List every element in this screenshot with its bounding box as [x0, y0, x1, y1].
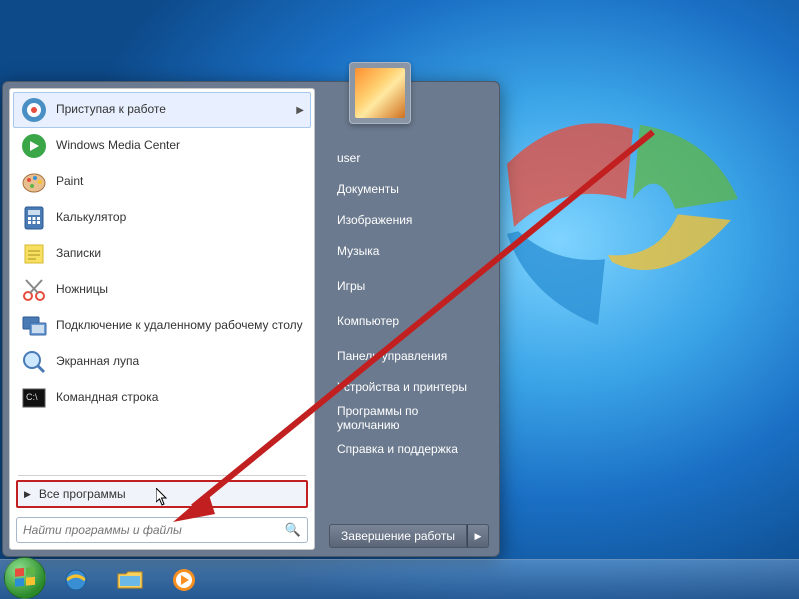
program-item-notes[interactable]: Записки [13, 236, 311, 272]
program-label: Подключение к удаленному рабочему столу [56, 319, 304, 333]
program-item-getting-started[interactable]: Приступая к работе ▶ [13, 92, 311, 128]
taskbar-explorer-button[interactable] [106, 564, 154, 596]
search-box[interactable]: 🔍 [16, 517, 308, 543]
search-icon: 🔍 [285, 522, 301, 538]
user-name-link[interactable]: user [329, 142, 489, 173]
right-pane-link[interactable]: Документы [329, 173, 489, 204]
cursor-icon [156, 488, 170, 509]
submenu-arrow-icon: ▶ [296, 105, 304, 116]
taskbar [0, 559, 799, 599]
right-pane-link[interactable]: Устройства и принтеры [329, 371, 489, 402]
triangle-right-icon: ▶ [24, 489, 31, 500]
windows-flag-icon [13, 566, 37, 590]
paint-icon [20, 168, 48, 196]
desktop: Приступая к работе ▶ Windows Media Center P… [0, 0, 799, 599]
search-input[interactable] [23, 523, 285, 537]
cmd-icon: C:\ [20, 384, 48, 412]
right-pane-link[interactable]: Программы по умолчанию [329, 402, 489, 433]
program-label: Ножницы [56, 283, 304, 297]
separator [18, 475, 306, 476]
right-pane-link[interactable]: Панель управления [329, 340, 489, 371]
program-label: Windows Media Center [56, 139, 304, 153]
right-pane-link[interactable]: Музыка [329, 235, 489, 266]
start-menu-left-pane: Приступая к работе ▶ Windows Media Center P… [9, 88, 315, 550]
right-pane-link[interactable]: Справка и поддержка [329, 433, 489, 464]
program-item-snip[interactable]: Ножницы [13, 272, 311, 308]
shutdown-button[interactable]: Завершение работы [329, 524, 467, 548]
taskbar-ie-button[interactable] [52, 564, 100, 596]
program-item-wmc[interactable]: Windows Media Center [13, 128, 311, 164]
getting-started-icon [20, 96, 48, 124]
shutdown-options-button[interactable]: ▶ [467, 524, 489, 548]
windows-logo-icon [479, 80, 759, 360]
program-label: Калькулятор [56, 211, 304, 225]
start-menu: Приступая к работе ▶ Windows Media Center P… [2, 81, 500, 557]
snip-icon [20, 276, 48, 304]
wmp-icon [171, 567, 197, 593]
user-picture-frame[interactable] [349, 62, 411, 124]
all-programs-button[interactable]: ▶ Все программы [16, 480, 308, 508]
program-label: Командная строка [56, 391, 304, 405]
program-label: Записки [56, 247, 304, 261]
folder-icon [116, 568, 144, 592]
magnifier-icon [20, 348, 48, 376]
program-item-magnifier[interactable]: Экранная лупа [13, 344, 311, 380]
taskbar-wmp-button[interactable] [160, 564, 208, 596]
all-programs-label: Все программы [39, 487, 126, 501]
program-label: Приступая к работе [56, 103, 288, 117]
user-picture-icon [355, 68, 405, 118]
start-menu-right-pane: user ДокументыИзображенияМузыка Игры Компь… [315, 82, 499, 556]
shutdown-row: Завершение работы ▶ [329, 524, 489, 548]
ie-icon [63, 567, 89, 593]
search-container: 🔍 [10, 511, 314, 549]
program-item-cmd[interactable]: C:\ Командная строка [13, 380, 311, 416]
start-button[interactable] [4, 557, 46, 599]
right-pane-link[interactable]: Изображения [329, 204, 489, 235]
program-list: Приступая к работе ▶ Windows Media Center P… [10, 89, 314, 474]
right-pane-link[interactable]: Компьютер [329, 305, 489, 336]
right-pane-link[interactable]: Игры [329, 270, 489, 301]
program-label: Paint [56, 175, 304, 189]
calc-icon [20, 204, 48, 232]
wmc-icon [20, 132, 48, 160]
program-item-calc[interactable]: Калькулятор [13, 200, 311, 236]
program-item-paint[interactable]: Paint [13, 164, 311, 200]
program-label: Экранная лупа [56, 355, 304, 369]
program-item-rdp[interactable]: Подключение к удаленному рабочему столу [13, 308, 311, 344]
notes-icon [20, 240, 48, 268]
svg-text:C:\: C:\ [26, 392, 38, 402]
rdp-icon [20, 312, 48, 340]
